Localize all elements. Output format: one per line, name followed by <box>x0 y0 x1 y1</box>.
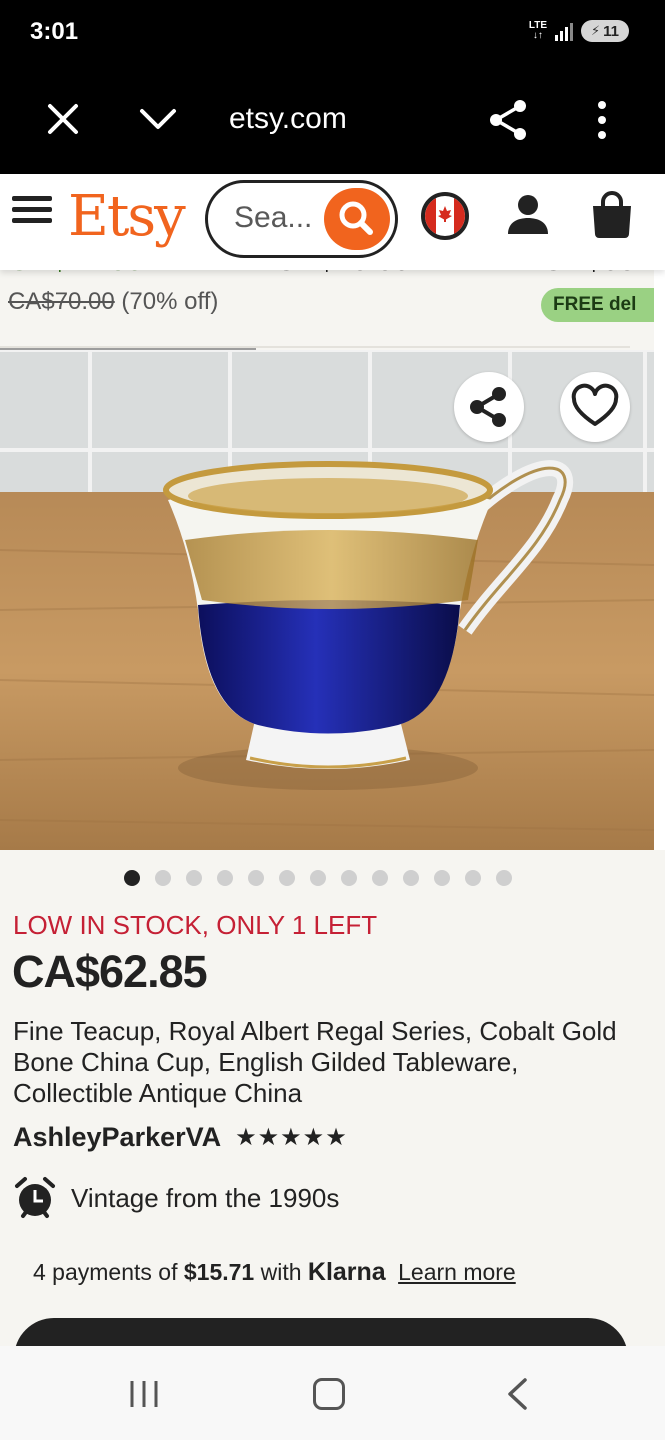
heart-icon <box>571 383 619 426</box>
favorite-button[interactable] <box>560 372 630 442</box>
klarna-prefix: 4 payments of <box>33 1259 178 1285</box>
search-button[interactable] <box>324 188 390 250</box>
navigation-bar <box>0 1346 665 1440</box>
carousel-dot[interactable] <box>279 870 295 886</box>
carousel-dot[interactable] <box>186 870 202 886</box>
teacup-photo <box>0 350 654 850</box>
browser-toolbar: etsy.com <box>0 68 665 174</box>
klarna-logo: Klarna <box>307 1258 386 1286</box>
url-display[interactable]: etsy.com <box>229 102 347 136</box>
alarm-clock-icon <box>15 1177 55 1218</box>
search-placeholder: Sea... <box>234 201 313 234</box>
share-icon[interactable] <box>486 98 530 142</box>
chevron-down-icon[interactable] <box>136 98 180 140</box>
stock-status: LOW IN STOCK, ONLY 1 LEFT <box>13 910 378 940</box>
carousel-dot[interactable] <box>124 870 140 886</box>
vintage-label: Vintage from the 1990s <box>71 1182 340 1213</box>
product-image[interactable] <box>0 350 654 850</box>
recent-apps-icon[interactable] <box>128 1379 160 1409</box>
shopping-bag-icon[interactable] <box>589 190 635 238</box>
signal-icon <box>555 21 573 41</box>
share-image-button[interactable] <box>454 372 524 442</box>
carousel-dot[interactable] <box>217 870 233 886</box>
seller-name[interactable]: AshleyParkerVA <box>13 1122 221 1153</box>
status-time: 3:01 <box>30 18 79 45</box>
more-vert-icon[interactable] <box>588 98 616 142</box>
canada-flag-icon[interactable] <box>421 192 469 240</box>
carousel-dot[interactable] <box>496 870 512 886</box>
carousel-dot[interactable] <box>341 870 357 886</box>
user-icon[interactable] <box>505 192 551 238</box>
search-input[interactable]: Sea... <box>205 180 398 258</box>
battery-level: 11 <box>603 22 619 40</box>
product-price: CA$62.85 <box>12 946 208 997</box>
seller-row: AshleyParkerVA ★★★★★ <box>13 1122 348 1153</box>
carousel-dot[interactable] <box>310 870 326 886</box>
screen: 3:01 LTE↓↑ ⚡11 etsy.com CA$21.00 CA$75.0… <box>0 0 665 1440</box>
original-price-row: CA$70.00 (70% off) <box>8 288 218 316</box>
share-icon <box>470 387 506 427</box>
rating-stars[interactable]: ★★★★★ <box>235 1123 348 1152</box>
vintage-row: Vintage from the 1990s <box>13 1176 339 1220</box>
product-title: Fine Teacup, Royal Albert Regal Series, … <box>13 1016 617 1108</box>
status-indicators: LTE ↓↑ ⚡ 11 <box>529 20 629 42</box>
carousel-dot[interactable] <box>465 870 481 886</box>
original-price: CA$70.00 <box>8 288 115 315</box>
status-bar: 3:01 LTE ↓↑ ⚡ 11 <box>0 0 665 68</box>
network-type: LTE ↓↑ <box>528 20 547 41</box>
klarna-with: with <box>260 1259 302 1285</box>
klarna-row: 4 payments of $15.71 with Klarna Learn m… <box>33 1258 516 1287</box>
discount-label: (70% off) <box>121 288 219 315</box>
learn-more-link[interactable]: Learn more <box>398 1259 516 1285</box>
etsy-header: Etsy Sea... <box>0 174 665 270</box>
home-icon[interactable] <box>313 1378 345 1410</box>
carousel-dot[interactable] <box>434 870 450 886</box>
free-delivery-badge: FREE del <box>541 288 661 322</box>
close-icon[interactable] <box>42 98 84 140</box>
carousel-dot[interactable] <box>372 870 388 886</box>
etsy-logo[interactable]: Etsy <box>68 184 186 249</box>
carousel-dot[interactable] <box>248 870 264 886</box>
carousel-dots <box>124 870 512 886</box>
klarna-amount: $15.71 <box>183 1259 255 1285</box>
carousel-dot[interactable] <box>155 870 171 886</box>
back-icon[interactable] <box>505 1377 529 1411</box>
hamburger-icon[interactable] <box>12 196 52 230</box>
carousel-dot[interactable] <box>403 870 419 886</box>
battery-icon: ⚡ 11 <box>581 20 629 42</box>
search-icon <box>339 201 373 235</box>
